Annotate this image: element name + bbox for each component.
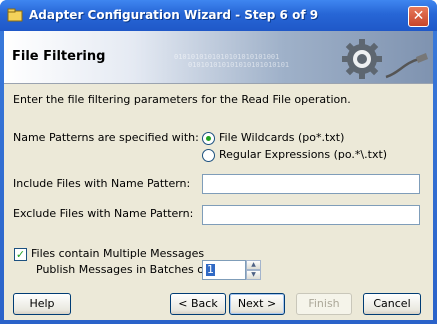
wizard-app-icon [7,8,23,22]
name-patterns-label: Name Patterns are specified with: [13,131,199,144]
batch-size-label: Publish Messages in Batches of: [36,263,212,276]
window-title: Adapter Configuration Wizard - Step 6 of… [29,8,319,22]
binary-decoration: 0101010101010101010101001 01010101010101… [174,53,290,69]
back-button[interactable]: < Back [170,293,226,315]
include-pattern-input[interactable] [202,174,420,194]
batch-size-input[interactable]: 1 [202,260,246,280]
dialog-body: File Filtering 0101010101010101010101001… [4,31,433,320]
step-banner: File Filtering 0101010101010101010101001… [4,31,433,84]
multiple-messages-checkbox[interactable]: ✓ [14,248,27,261]
multiple-messages-label[interactable]: Files contain Multiple Messages [31,247,204,260]
gear-plug-icon [342,39,428,79]
exclude-pattern-input[interactable] [202,205,420,225]
spin-down-icon[interactable]: ▼ [246,270,261,280]
cancel-button[interactable]: Cancel [363,293,421,315]
intro-text: Enter the file filtering parameters for … [13,93,351,106]
radio-regular-expressions[interactable] [202,149,215,162]
exclude-pattern-label: Exclude Files with Name Pattern: [13,207,194,220]
title-bar[interactable]: Adapter Configuration Wizard - Step 6 of… [0,0,437,31]
help-button[interactable]: Help [13,293,71,315]
radio-file-wildcards[interactable] [202,132,215,145]
step-title: File Filtering [12,49,106,64]
radio-file-wildcards-label[interactable]: File Wildcards (po*.txt) [219,131,344,144]
wizard-window: Adapter Configuration Wizard - Step 6 of… [0,0,437,324]
next-button[interactable]: Next > [229,293,285,315]
finish-button: Finish [296,293,352,315]
batch-size-spinner[interactable]: ▲ ▼ [246,260,261,280]
close-button[interactable]: ✕ [408,6,429,27]
close-icon: ✕ [412,8,425,24]
radio-regular-expressions-label[interactable]: Regular Expressions (po.*\.txt) [219,148,387,161]
include-pattern-label: Include Files with Name Pattern: [13,177,191,190]
filter-form: Enter the file filtering parameters for … [4,85,433,285]
spin-up-icon[interactable]: ▲ [246,260,261,270]
